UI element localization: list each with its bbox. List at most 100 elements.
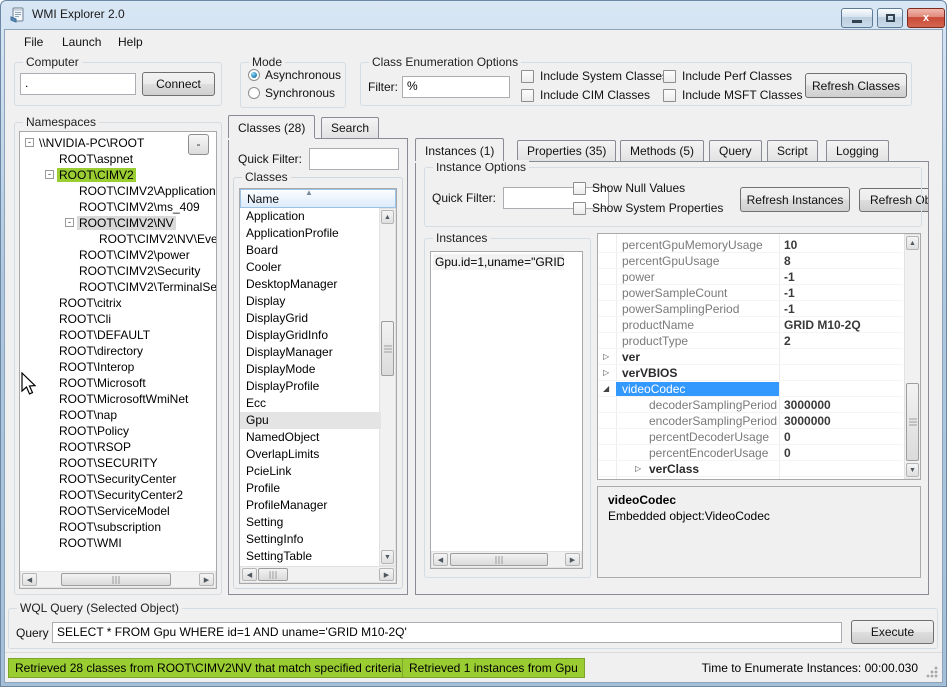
tree-item[interactable]: ROOT\DEFAULT xyxy=(20,327,216,343)
tree-item[interactable]: ROOT\citrix xyxy=(20,295,216,311)
tree-hscroll-thumb[interactable] xyxy=(61,573,171,586)
scroll-right-icon[interactable]: ▶ xyxy=(565,553,580,566)
include-cim-classes-checkbox[interactable] xyxy=(521,89,534,102)
tree-item[interactable]: ROOT\CIMV2\TerminalServices xyxy=(20,279,216,295)
instances-hscroll-thumb[interactable] xyxy=(450,553,548,566)
expander-expanded-icon[interactable]: ◢ xyxy=(603,384,609,394)
minimize-button[interactable] xyxy=(841,8,873,28)
tree-item[interactable]: ROOT\SECURITY xyxy=(20,455,216,471)
scroll-down-icon[interactable]: ▼ xyxy=(906,463,919,477)
tree-item[interactable]: ROOT\MicrosoftWmiNet xyxy=(20,391,216,407)
property-row[interactable]: power-1 xyxy=(598,269,903,285)
tree-item[interactable]: ROOT\nap xyxy=(20,407,216,423)
tree-item[interactable]: ROOT\RSOP xyxy=(20,439,216,455)
tree-hscrollbar[interactable]: ◀ ▶ xyxy=(20,571,216,588)
tab-classes[interactable]: Classes (28) xyxy=(228,115,315,138)
class-list-item[interactable]: Setting xyxy=(240,514,381,531)
property-row[interactable]: powerSamplingPeriod-1 xyxy=(598,301,903,317)
property-row[interactable]: powerSampleCount-1 xyxy=(598,285,903,301)
tree-item[interactable]: ROOT\subscription xyxy=(20,519,216,535)
show-null-values-label[interactable]: Show Null Values xyxy=(592,181,685,195)
classes-list[interactable]: Name ▲ ▲ ▼ ◀ ▶ ApplicationApplicationPro… xyxy=(239,188,397,584)
property-row[interactable]: percentDecoderUsage0 xyxy=(598,429,903,445)
refresh-classes-button[interactable]: Refresh Classes xyxy=(805,73,907,98)
tree-item[interactable]: ROOT\WMI xyxy=(20,535,216,551)
tree-item[interactable]: ROOT\aspnet xyxy=(20,151,216,167)
include-cim-classes-label[interactable]: Include CIM Classes xyxy=(540,88,650,102)
properties-vscrollbar[interactable]: ▲ ▼ xyxy=(904,234,921,479)
tree-item[interactable]: ROOT\Microsoft xyxy=(20,375,216,391)
asynchronous-label[interactable]: Asynchronous xyxy=(265,68,341,82)
show-null-values-checkbox[interactable] xyxy=(573,182,586,195)
connect-button[interactable]: Connect xyxy=(142,72,215,96)
class-list-item[interactable]: NamedObject xyxy=(240,429,381,446)
scroll-right-icon[interactable]: ▶ xyxy=(379,568,394,581)
include-system-classes-checkbox[interactable] xyxy=(521,70,534,83)
tree-item[interactable]: ROOT\CIMV2\NV\Events xyxy=(20,231,216,247)
resize-grip[interactable] xyxy=(926,666,938,678)
tree-item[interactable]: ROOT\SecurityCenter xyxy=(20,471,216,487)
asynchronous-radio[interactable] xyxy=(248,69,260,81)
property-row[interactable]: ▷verClass xyxy=(598,461,903,477)
class-list-item[interactable]: Board xyxy=(240,242,381,259)
class-list-item[interactable]: Cooler xyxy=(240,259,381,276)
menu-help[interactable]: Help xyxy=(111,33,150,52)
class-list-item[interactable]: SettingInfo xyxy=(240,531,381,548)
tree-expander-icon[interactable]: - xyxy=(45,170,54,179)
include-msft-classes-label[interactable]: Include MSFT Classes xyxy=(682,88,803,102)
namespace-tree[interactable]: ◀ ▶ -\\NVIDIA-PC\ROOTROOT\aspnet-ROOT\CI… xyxy=(19,131,217,589)
classes-quick-filter-input[interactable] xyxy=(309,148,399,170)
refresh-instances-button[interactable]: Refresh Instances xyxy=(740,187,850,212)
tree-item[interactable]: -ROOT\CIMV2\NV xyxy=(20,215,216,231)
synchronous-radio[interactable] xyxy=(248,87,260,99)
tree-item[interactable]: -ROOT\CIMV2 xyxy=(20,167,216,183)
tab-properties[interactable]: Properties (35) xyxy=(517,140,616,161)
include-perf-classes-checkbox[interactable] xyxy=(663,70,676,83)
tab-search[interactable]: Search xyxy=(321,117,379,138)
class-list-item[interactable]: Application xyxy=(240,208,381,225)
scroll-up-icon[interactable]: ▲ xyxy=(906,236,919,250)
class-list-item[interactable]: PcieLink xyxy=(240,463,381,480)
class-list-item[interactable]: OverlapLimits xyxy=(240,446,381,463)
tab-script[interactable]: Script xyxy=(767,140,818,161)
property-grid[interactable]: percentGpuMemoryUsage10percentGpuUsage8p… xyxy=(597,233,921,480)
tree-item[interactable]: ROOT\Interop xyxy=(20,359,216,375)
tab-methods[interactable]: Methods (5) xyxy=(620,140,704,161)
tree-collapse-button[interactable]: - xyxy=(188,134,209,155)
tree-item[interactable]: ROOT\Policy xyxy=(20,423,216,439)
property-row[interactable]: productNameGRID M10-2Q xyxy=(598,317,903,333)
property-row[interactable]: decoderSamplingPeriod3000000 xyxy=(598,397,903,413)
class-list-item[interactable]: DisplayProfile xyxy=(240,378,381,395)
property-row[interactable]: ◢videoCodec xyxy=(598,381,903,397)
include-perf-classes-label[interactable]: Include Perf Classes xyxy=(682,69,792,83)
close-button[interactable]: x xyxy=(907,8,945,28)
class-list-item[interactable]: Ecc xyxy=(240,395,381,412)
tab-logging[interactable]: Logging xyxy=(826,140,889,161)
class-list-item[interactable]: DisplayGrid xyxy=(240,310,381,327)
tree-expander-icon[interactable]: - xyxy=(65,218,74,227)
class-list-item[interactable]: Display xyxy=(240,293,381,310)
classes-hscrollbar[interactable]: ◀ ▶ xyxy=(240,566,396,583)
property-row[interactable]: ▷ver xyxy=(598,349,903,365)
property-row[interactable]: productType2 xyxy=(598,333,903,349)
instance-item[interactable]: Gpu.id=1,uname="GRID M10-2Q" xyxy=(433,254,564,270)
property-row[interactable]: percentGpuMemoryUsage10 xyxy=(598,237,903,253)
classes-column-header[interactable]: Name ▲ xyxy=(240,189,396,208)
class-list-item[interactable]: Profile xyxy=(240,480,381,497)
tree-item[interactable]: ROOT\CIMV2\power xyxy=(20,247,216,263)
tree-item[interactable]: ROOT\directory xyxy=(20,343,216,359)
class-list-item[interactable]: Gpu xyxy=(240,412,381,429)
menu-launch[interactable]: Launch xyxy=(55,33,108,52)
title-bar[interactable]: WMI Explorer 2.0 x xyxy=(0,0,947,29)
menu-file[interactable]: File xyxy=(17,33,50,52)
classes-vscroll-thumb[interactable] xyxy=(381,321,394,376)
filter-input[interactable]: % xyxy=(402,76,510,98)
class-list-item[interactable]: SettingTable xyxy=(240,548,381,565)
tree-item[interactable]: ROOT\SecurityCenter2 xyxy=(20,487,216,503)
tree-item[interactable]: ROOT\CIMV2\Applications xyxy=(20,183,216,199)
tree-item[interactable]: ROOT\CIMV2\Security xyxy=(20,263,216,279)
scroll-left-icon[interactable]: ◀ xyxy=(242,568,257,581)
class-list-item[interactable]: ApplicationProfile xyxy=(240,225,381,242)
show-system-properties-checkbox[interactable] xyxy=(573,202,586,215)
include-system-classes-label[interactable]: Include System Classes xyxy=(540,69,668,83)
